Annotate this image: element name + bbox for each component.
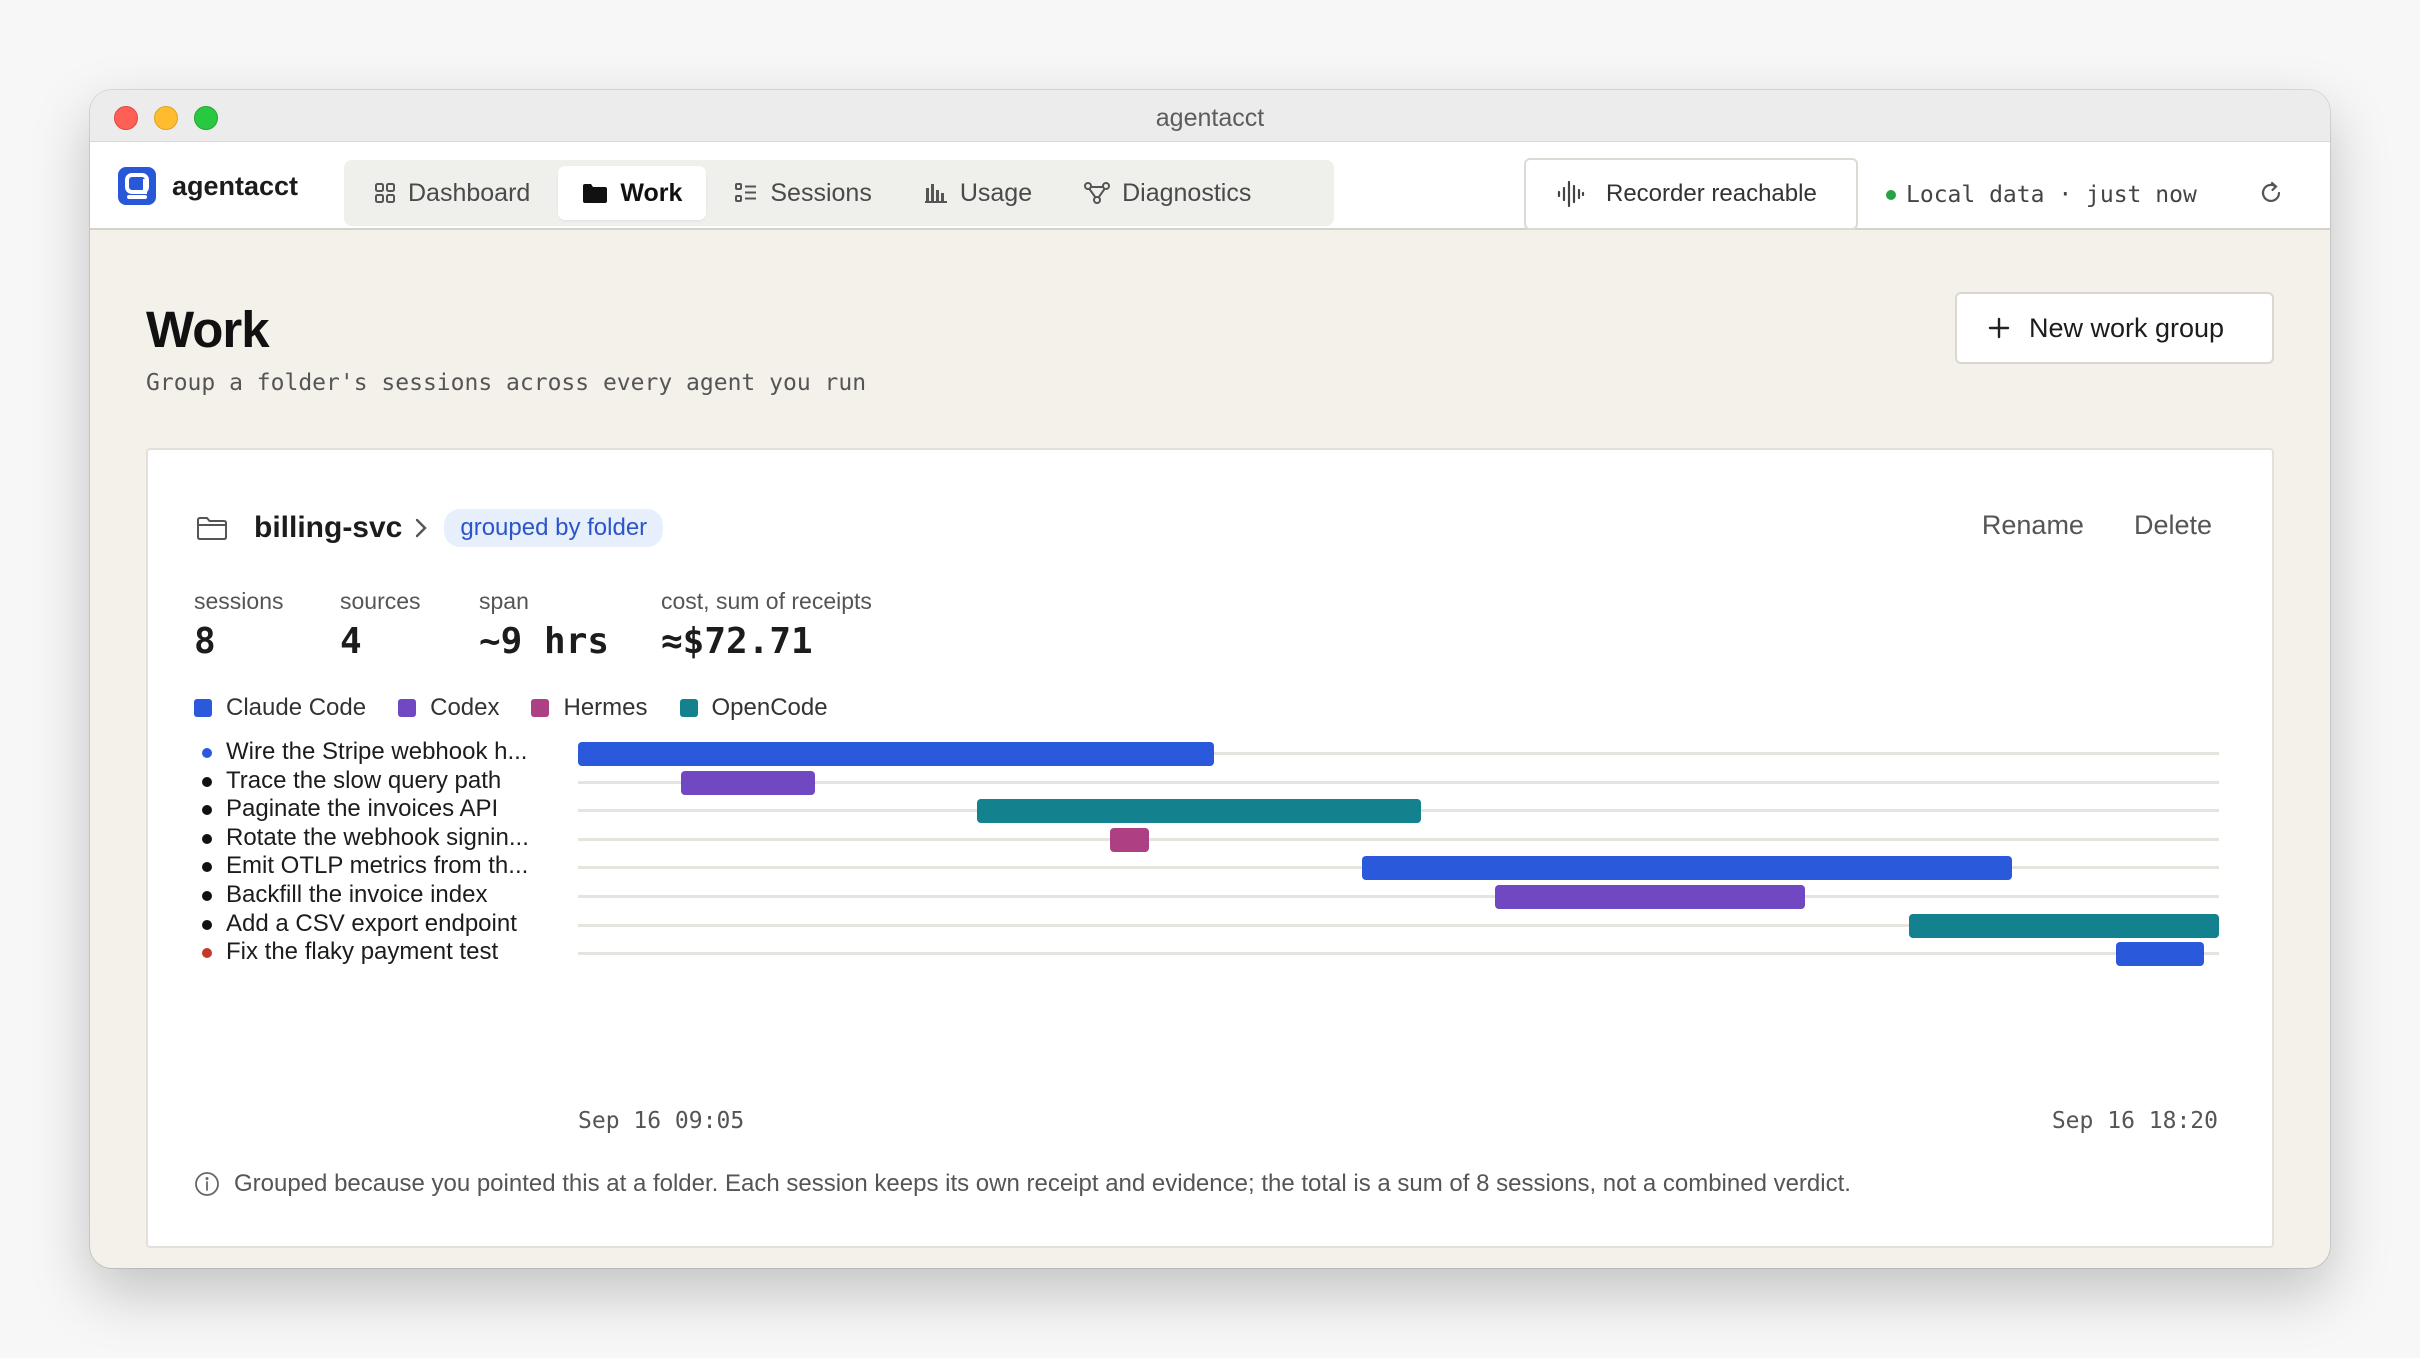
work-group-card: billing-svc grouped by folder Rename Del… (146, 448, 2274, 1248)
recorder-label: Recorder reachable (1606, 180, 1817, 207)
brand-name: agentacct (172, 170, 299, 201)
tab-dashboard[interactable]: Dashboard (350, 166, 554, 220)
tab-sessions[interactable]: Sessions (710, 166, 895, 220)
app-logo-icon (118, 167, 156, 205)
session-status-dot (202, 891, 212, 901)
tab-work[interactable]: Work (558, 166, 707, 220)
session-status-dot (202, 748, 212, 758)
brand[interactable]: agentacct (118, 162, 298, 210)
bar-chart-icon (924, 184, 947, 203)
data-status: Local data · just now (1886, 180, 2197, 210)
timeline-track (578, 780, 2219, 784)
timeline-track (578, 952, 2219, 956)
tab-label: Work (620, 178, 683, 207)
list-icon (735, 183, 757, 202)
plus-icon (1988, 317, 2010, 339)
timeline-row[interactable]: Fix the flaky payment test (148, 932, 2272, 972)
axis-start-label: Sep 16 09:05 (578, 1108, 745, 1134)
session-status-dot (202, 833, 212, 844)
session-timeline: Wire the Stripe webhook h... Trace the sl… (148, 450, 2272, 1246)
session-status-dot (202, 919, 212, 930)
recorder-status-button[interactable]: Recorder reachable (1524, 158, 1858, 230)
main-nav: Dashboard Work Sessions Usage Diagnostic… (344, 160, 1334, 226)
tab-label: Usage (959, 178, 1033, 207)
session-status-dot (202, 948, 212, 959)
tab-usage[interactable]: Usage (900, 166, 1056, 220)
session-bar[interactable] (2115, 942, 2205, 967)
grid-icon (375, 183, 395, 203)
folder-icon (583, 184, 608, 203)
new-work-group-button[interactable]: New work group (1955, 292, 2274, 364)
title-bar: agentacct (90, 90, 2330, 142)
tab-label: Sessions (770, 178, 872, 207)
axis-end-label: Sep 16 18:20 (2051, 1108, 2218, 1134)
refresh-icon[interactable] (2258, 180, 2284, 206)
app-window: agentacct agentacct Dashboard Work Sessi… (90, 90, 2330, 1268)
timeline-track (578, 895, 2219, 898)
session-status-dot (202, 776, 212, 787)
tab-label: Dashboard (408, 178, 531, 207)
network-icon (1084, 182, 1111, 204)
app-header: agentacct Dashboard Work Sessions Usage … (90, 142, 2330, 230)
page-subtitle: Group a folder's sessions across every a… (146, 370, 867, 396)
page-title: Work (146, 301, 270, 358)
new-work-group-label: New work group (2029, 312, 2225, 343)
group-footnote: Grouped because you pointed this at a fo… (194, 1170, 1851, 1198)
waveform-icon (1557, 180, 1585, 208)
window-title: agentacct (1155, 104, 1265, 132)
session-status-dot (202, 805, 212, 816)
session-status-dot (202, 862, 212, 873)
tab-diagnostics[interactable]: Diagnostics (1060, 166, 1275, 220)
tab-label: Diagnostics (1122, 178, 1252, 207)
info-icon (195, 1172, 219, 1196)
footnote-text: Grouped because you pointed this at a fo… (234, 1170, 1851, 1197)
timeline-track (578, 837, 2219, 841)
session-label: Fix the flaky payment test (226, 938, 499, 966)
status-text: Local data · just now (1906, 182, 2197, 208)
status-dot (1886, 190, 1896, 200)
